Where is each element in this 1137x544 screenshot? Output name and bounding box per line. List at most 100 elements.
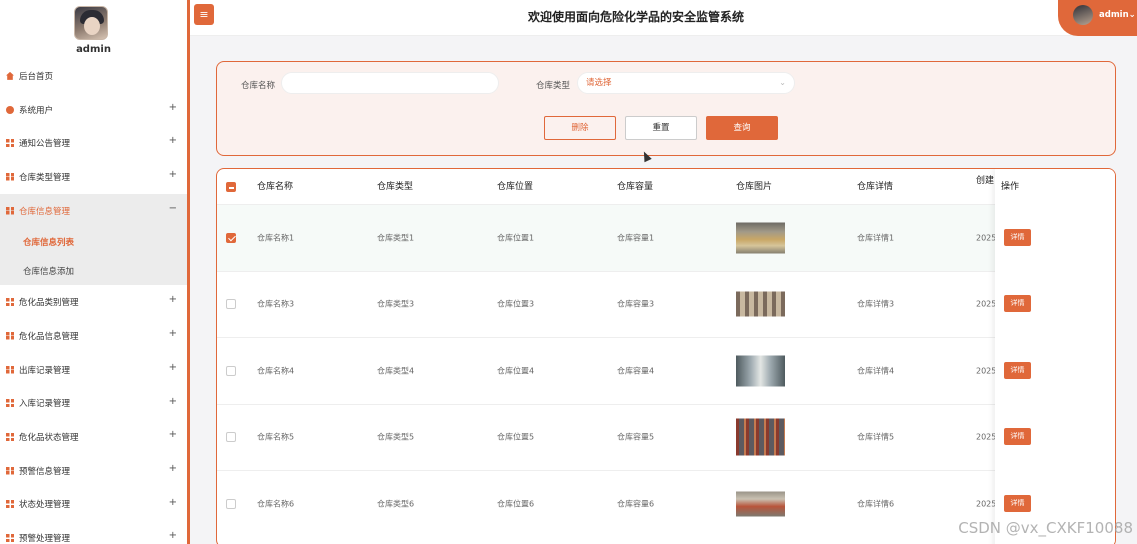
column-header[interactable]: 创建 <box>976 169 994 199</box>
sidebar-item-label: 入库记录管理 <box>19 399 71 410</box>
column-header: 操作 <box>1001 182 1020 192</box>
warehouse-name-input[interactable] <box>281 72 499 94</box>
grid-icon <box>6 206 14 215</box>
user-name: admin <box>1099 10 1129 20</box>
cell-created: 2025 <box>976 499 997 509</box>
search-panel: 仓库名称 仓库类型 请选择 ⌄ 删除 重置 查询 <box>216 61 1116 156</box>
expand-icon: + <box>168 429 177 441</box>
sidebar-item-chem-info[interactable]: 危化品信息管理 + <box>0 319 187 353</box>
expand-icon: + <box>168 496 177 508</box>
expand-icon: + <box>168 101 177 113</box>
table-row[interactable]: 仓库名称4 仓库类型4 仓库位置4 仓库容量4 仓库详情4 2025 <box>217 337 1115 404</box>
grid-icon <box>6 399 14 408</box>
detail-button[interactable]: 详情 <box>1004 495 1031 512</box>
sidebar-avatar[interactable] <box>74 6 108 40</box>
sidebar-item-outbound[interactable]: 出库记录管理 + <box>0 353 187 387</box>
cell-type: 仓库类型5 <box>377 432 415 442</box>
cell-location: 仓库位置4 <box>497 366 535 376</box>
grid-icon <box>6 433 14 442</box>
query-button[interactable]: 查询 <box>706 116 778 140</box>
grid-icon <box>6 365 14 374</box>
sidebar-item-warning-info[interactable]: 预警信息管理 + <box>0 454 187 488</box>
sidebar-item-warehouse-type[interactable]: 仓库类型管理 + <box>0 160 187 194</box>
detail-button[interactable]: 详情 <box>1004 362 1031 379</box>
cell-created: 2025 <box>976 233 997 243</box>
cell-name: 仓库名称1 <box>257 233 295 243</box>
table-row[interactable]: 仓库名称3 仓库类型3 仓库位置3 仓库容量3 仓库详情3 2025 <box>217 270 1115 338</box>
row-checkbox[interactable] <box>226 432 236 443</box>
warehouse-type-select[interactable]: 请选择 ⌄ <box>577 72 795 94</box>
chevron-down-icon: ⌄ <box>1128 10 1136 20</box>
user-menu[interactable]: admin⌄ <box>1058 0 1137 36</box>
expand-icon: + <box>168 328 177 340</box>
warehouse-thumbnail[interactable] <box>736 418 785 456</box>
sidebar-item-status-handle[interactable]: 状态处理管理 + <box>0 488 187 522</box>
cell-created: 2025 <box>976 299 997 309</box>
collapse-icon: − <box>168 202 177 214</box>
column-header[interactable]: 仓库详情 <box>857 169 893 205</box>
reset-button[interactable]: 重置 <box>625 116 697 140</box>
row-checkbox[interactable] <box>226 232 236 243</box>
grid-icon <box>6 331 14 340</box>
grid-icon <box>6 139 14 148</box>
row-checkbox[interactable] <box>226 498 236 509</box>
warehouse-thumbnail[interactable] <box>736 222 785 254</box>
chevron-down-icon: ⌄ <box>779 78 786 87</box>
user-icon <box>6 105 14 114</box>
cell-detail: 仓库详情3 <box>857 299 895 309</box>
sidebar-item-warehouse-info[interactable]: 仓库信息管理 − <box>0 193 187 228</box>
grid-icon <box>6 534 14 543</box>
detail-button[interactable]: 详情 <box>1004 229 1031 246</box>
column-header[interactable]: 仓库容量 <box>617 169 653 205</box>
warehouse-thumbnail[interactable] <box>736 291 785 317</box>
column-header[interactable]: 仓库图片 <box>736 169 772 205</box>
sidebar-item-system-users[interactable]: 系统用户 + <box>0 93 187 127</box>
watermark: CSDN @vx_CXKF10088 <box>958 519 1133 537</box>
sidebar-item-chem-status[interactable]: 危化品状态管理 + <box>0 420 187 454</box>
select-value: 请选择 <box>586 78 612 88</box>
row-checkbox[interactable] <box>226 365 236 376</box>
delete-button[interactable]: 删除 <box>544 116 616 140</box>
cell-type: 仓库类型3 <box>377 299 415 309</box>
sidebar-item-label: 预警处理管理 <box>19 534 71 544</box>
sidebar-subitem-warehouse-add[interactable]: 仓库信息添加 <box>0 256 187 286</box>
detail-button[interactable]: 详情 <box>1004 295 1031 312</box>
sidebar-item-inbound[interactable]: 入库记录管理 + <box>0 387 187 421</box>
table-row[interactable]: 仓库名称5 仓库类型5 仓库位置5 仓库容量5 仓库详情5 2025 <box>217 403 1115 471</box>
cell-location: 仓库位置5 <box>497 432 535 442</box>
cell-detail: 仓库详情6 <box>857 499 895 509</box>
expand-icon: + <box>168 462 177 474</box>
cell-name: 仓库名称4 <box>257 366 295 376</box>
sidebar-item-label: 通知公告管理 <box>19 139 71 150</box>
warehouse-name-label: 仓库名称 <box>241 81 276 91</box>
cell-type: 仓库类型6 <box>377 499 415 509</box>
column-header[interactable]: 仓库名称 <box>257 169 293 205</box>
main-content: 仓库名称 仓库类型 请选择 ⌄ 删除 重置 查询 仓库名称 仓库类型 仓库位置 仓… <box>190 36 1137 544</box>
sidebar-item-label: 系统用户 <box>19 105 54 116</box>
table-row[interactable]: 仓库名称1 仓库类型1 仓库位置1 仓库容量1 仓库详情1 2025 <box>217 204 1115 271</box>
expand-icon: + <box>168 530 177 542</box>
row-checkbox[interactable] <box>226 299 236 310</box>
cell-location: 仓库位置6 <box>497 499 535 509</box>
home-icon <box>6 71 14 80</box>
operation-column: 操作 详情 详情 详情 详情 详情 <box>995 169 1115 544</box>
warehouse-thumbnail[interactable] <box>736 355 785 387</box>
cell-name: 仓库名称3 <box>257 299 295 309</box>
cell-type: 仓库类型4 <box>377 366 415 376</box>
grid-icon <box>6 298 14 307</box>
expand-icon: + <box>168 294 177 306</box>
detail-button[interactable]: 详情 <box>1004 428 1031 445</box>
cell-detail: 仓库详情5 <box>857 432 895 442</box>
sidebar-item-chem-category[interactable]: 危化品类别管理 + <box>0 285 187 319</box>
sidebar-item-home[interactable]: 后台首页 <box>0 59 187 93</box>
header-checkbox-cell <box>217 169 247 205</box>
sidebar-item-warning-handle[interactable]: 预警处理管理 + <box>0 521 187 544</box>
cell-capacity: 仓库容量6 <box>617 499 655 509</box>
expand-icon: + <box>168 395 177 407</box>
select-all-checkbox[interactable] <box>226 182 236 192</box>
column-header[interactable]: 仓库位置 <box>497 169 533 205</box>
warehouse-thumbnail[interactable] <box>736 491 785 517</box>
sidebar-subitem-warehouse-list[interactable]: 仓库信息列表 <box>0 227 187 257</box>
column-header[interactable]: 仓库类型 <box>377 169 413 205</box>
sidebar-item-notice[interactable]: 通知公告管理 + <box>0 126 187 160</box>
